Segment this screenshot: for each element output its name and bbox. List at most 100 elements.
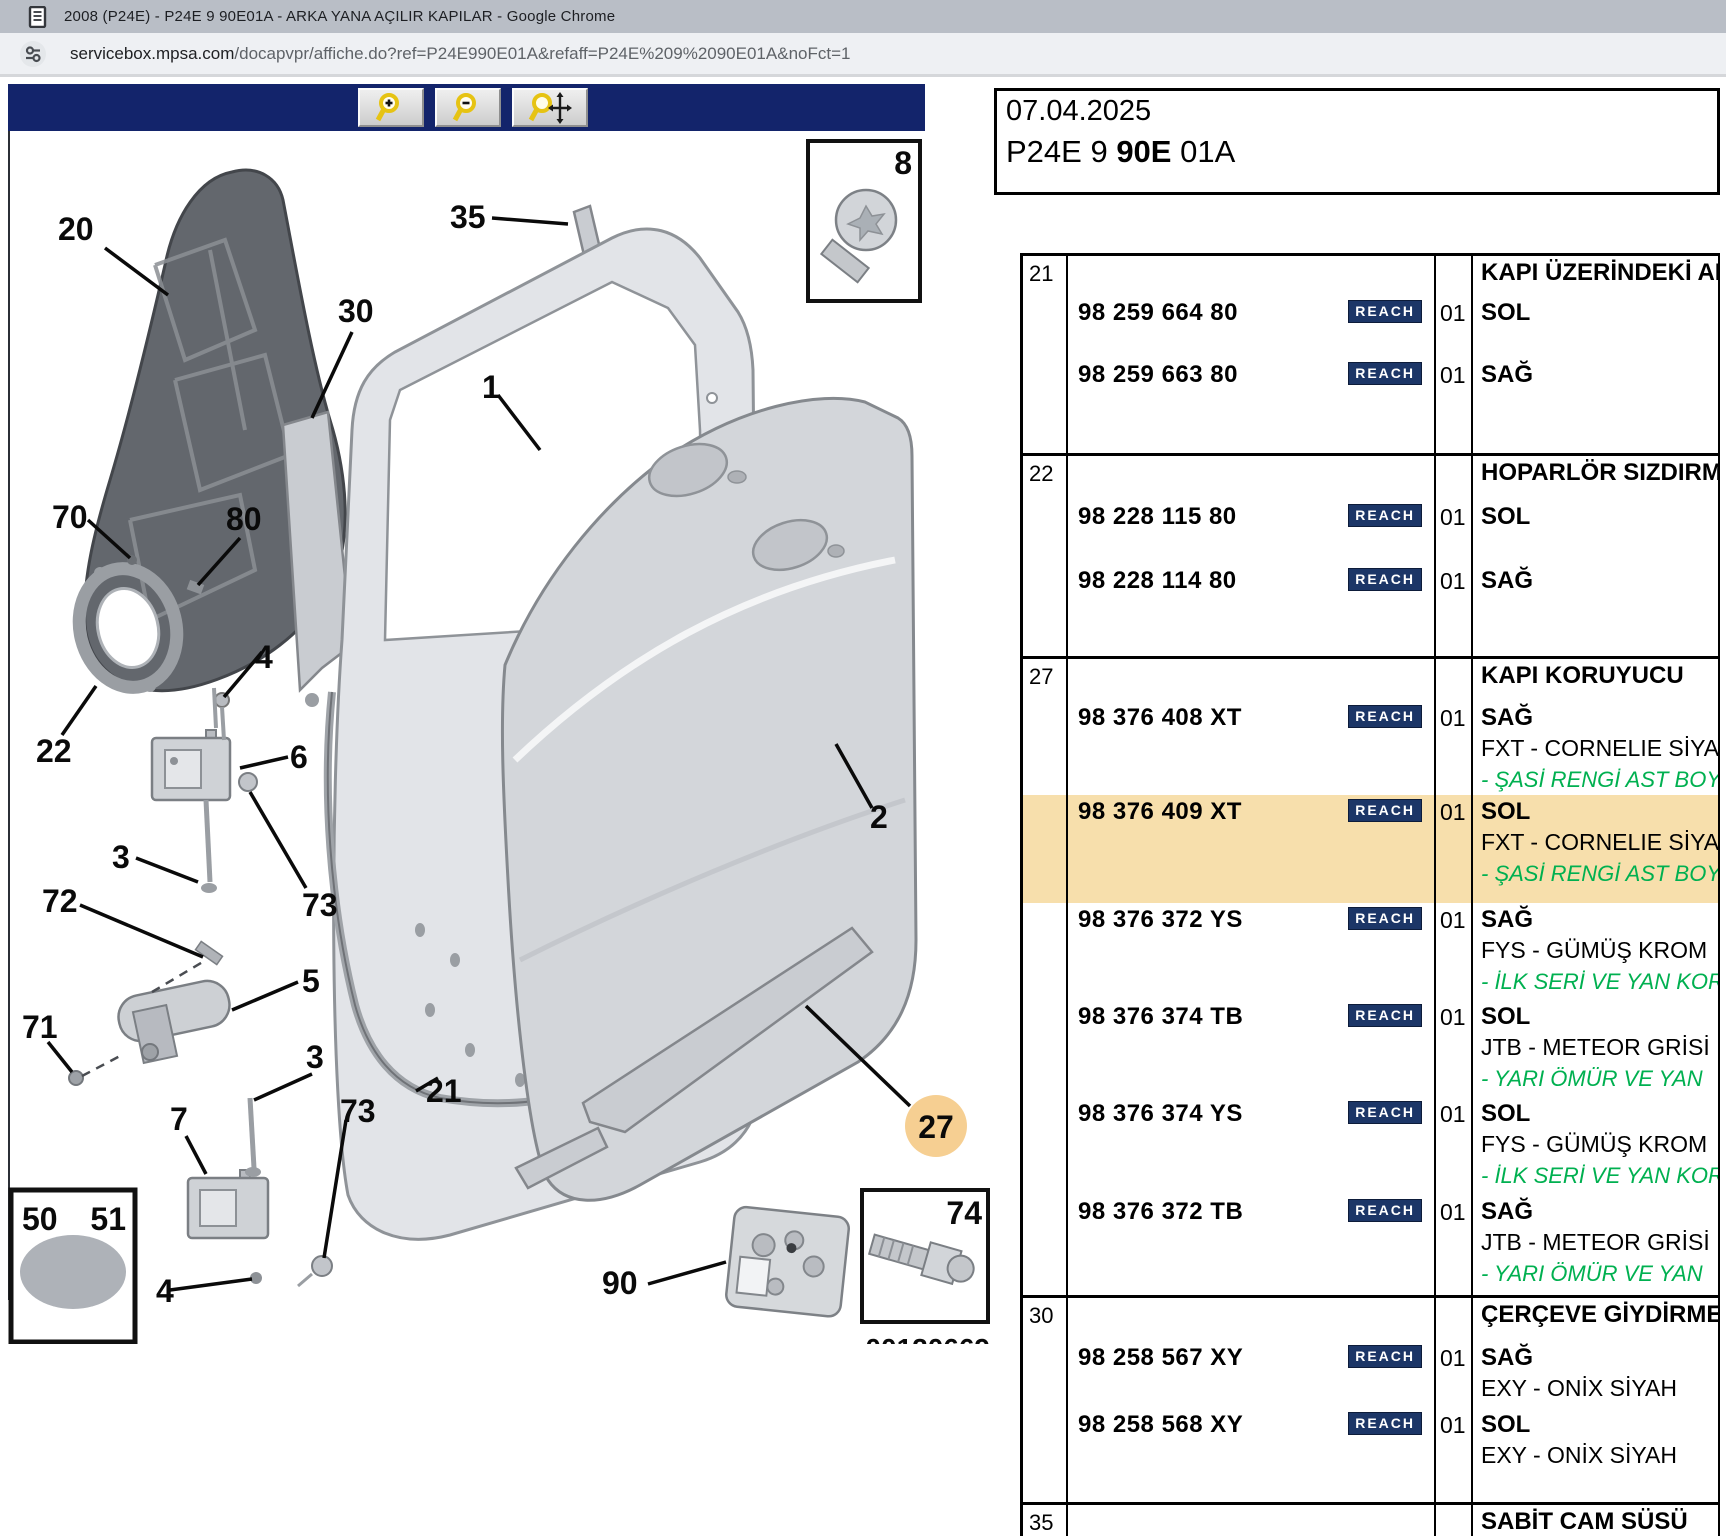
reach-badge[interactable]: REACH [1348, 1412, 1422, 1435]
part-color-attr: JTB - METEOR GRİSİ [1481, 1032, 1718, 1063]
part-number[interactable]: 98 228 115 80 [1078, 503, 1237, 530]
bolt-73-lower [312, 1256, 332, 1276]
row-ref: 22 [1023, 456, 1068, 500]
row-header-line: 27 KAPI KORUYUCU [1023, 659, 1718, 701]
part-number[interactable]: 98 376 372 YS [1078, 906, 1243, 933]
address-bar[interactable]: servicebox.mpsa.com/docapvpr/affiche.do?… [0, 33, 1726, 77]
screw-3-upper [206, 800, 210, 882]
part-number[interactable]: 98 259 664 80 [1078, 299, 1238, 326]
diagram-label-72: 72 [42, 883, 78, 919]
diagram-label-70: 70 [52, 499, 88, 535]
part-entry-row[interactable]: 98 259 664 80REACH01SOL [1023, 296, 1718, 358]
diagram-toolbar [8, 84, 925, 131]
reach-badge[interactable]: REACH [1348, 1101, 1422, 1124]
part-note-green: - ŞASİ RENGİ AST BOYA [1481, 858, 1718, 889]
part-color-attr: EXY - ONİX SİYAH [1481, 1373, 1718, 1404]
part-side-label: SAĞ [1481, 359, 1718, 390]
zoom-out-button[interactable] [435, 88, 501, 127]
table-row: 30ÇERÇEVE GİYDİRMESİ 98 258 567 XY REACH 01… [1023, 1295, 1718, 1502]
url-path: /docapvpr/affiche.do?ref=P24E990E01A&ref… [234, 44, 850, 63]
check-strap-part [114, 977, 233, 1063]
part-entry-row[interactable]: 98 258 567 XY REACH 01 SAĞEXY - ONİX SİYAH [1023, 1341, 1718, 1408]
reach-badge[interactable]: REACH [1348, 568, 1422, 591]
diagram-label-3-lower: 3 [306, 1039, 324, 1075]
part-color-attr: FYS - GÜMÜŞ KROM [1481, 935, 1718, 966]
part-number[interactable]: 98 376 409 XT [1078, 798, 1242, 825]
part-side-label: SAĞ [1481, 1196, 1718, 1227]
row-header-line: 30ÇERÇEVE GİYDİRMESİ [1023, 1298, 1718, 1341]
part-entry-row[interactable]: 98 259 663 80 REACH 01 SAĞ [1023, 358, 1718, 453]
row-title: HOPARLÖR SIZDIRMAZ [1481, 457, 1718, 488]
part-number[interactable]: 98 258 568 XY [1078, 1411, 1243, 1438]
part-quantity: 01 [1436, 500, 1473, 564]
url-text[interactable]: servicebox.mpsa.com/docapvpr/affiche.do?… [70, 44, 850, 64]
reach-badge[interactable]: REACH [1348, 1004, 1422, 1027]
zoom-in-icon [374, 92, 408, 124]
part-entry-row[interactable]: 98 376 374 TB REACH 01 SOLJTB - METEOR GRİS… [1023, 1000, 1718, 1097]
exploded-parts-diagram: 8 74 00120669 50 51 02/2024 [8, 131, 1015, 1344]
part-quantity: 01 [1436, 1341, 1473, 1408]
diagram-label-4-lower: 4 [156, 1273, 174, 1309]
row-ref: 27 [1023, 659, 1068, 701]
part-entry-row[interactable]: 98 376 409 XTREACH01SOLFXT - CORNELIE Sİ… [1023, 795, 1718, 903]
row-header-line: 35SABİT CAM SÜSÜ [1023, 1505, 1718, 1536]
zoom-out-icon [451, 92, 485, 124]
part-side-label: SOL [1481, 501, 1718, 532]
part-number[interactable]: 98 376 372 TB [1078, 1198, 1243, 1225]
part-entry-row[interactable]: 98 228 115 80 REACH 01 SOL [1023, 500, 1718, 564]
part-entry-row[interactable]: 98 376 408 XTREACH01SAĞFXT - CORNELIE Sİ… [1023, 701, 1718, 795]
diagram-label-7: 7 [170, 1101, 188, 1137]
reach-badge[interactable]: REACH [1348, 504, 1422, 527]
selected-callout-27[interactable]: 27 [905, 1095, 967, 1157]
reach-badge[interactable]: REACH [1348, 799, 1422, 822]
diagram-label-30: 30 [338, 293, 374, 329]
part-quantity: 01 [1436, 358, 1473, 453]
diagram-label-21: 21 [426, 1073, 462, 1109]
zoom-pan-icon [528, 92, 572, 124]
part-number[interactable]: 98 258 567 XY [1078, 1344, 1243, 1371]
pin-72 [195, 941, 222, 964]
diagram-label-35: 35 [450, 199, 486, 235]
page-favicon-document-icon [28, 6, 48, 28]
table-row: 22 HOPARLÖR SIZDIRMAZ 98 228 115 80 REACH 01… [1023, 453, 1718, 656]
row-ref: 21 [1023, 256, 1068, 296]
reach-badge[interactable]: REACH [1348, 1199, 1422, 1222]
site-settings-tune-icon[interactable] [20, 41, 46, 67]
part-entry-row[interactable]: 98 376 372 TBREACH01SAĞJTB - METEOR GRİS… [1023, 1195, 1718, 1295]
part-entry-row[interactable]: 98 376 374 YSREACH01SOLFYS - GÜMÜŞ KROM-… [1023, 1097, 1718, 1195]
part-entry-row[interactable]: 98 258 568 XYREACH01SOLEXY - ONİX SİYAH [1023, 1408, 1718, 1502]
part-number[interactable]: 98 259 663 80 [1078, 361, 1238, 388]
reach-badge[interactable]: REACH [1348, 362, 1422, 385]
part-side-label: SAĞ [1481, 1342, 1718, 1373]
reach-badge[interactable]: REACH [1348, 705, 1422, 728]
bolt-73-upper [239, 773, 257, 791]
diagram-label-20: 20 [58, 211, 94, 247]
part-side-label: SOL [1481, 1098, 1718, 1129]
diagram-label-51: 51 [90, 1201, 126, 1237]
diagram-label-73-lower: 73 [340, 1093, 376, 1129]
inset-box-74: 74 00120669 [862, 1190, 990, 1344]
diagram-label-74: 74 [946, 1195, 982, 1231]
reach-badge[interactable]: REACH [1348, 907, 1422, 930]
part-side-label: SOL [1481, 1001, 1718, 1032]
reach-badge[interactable]: REACH [1348, 300, 1422, 323]
part-quantity: 01 [1436, 1000, 1473, 1097]
diagram-label-90: 90 [602, 1265, 638, 1301]
diagram-label-3-upper: 3 [112, 839, 130, 875]
part-number[interactable]: 98 376 374 YS [1078, 1100, 1243, 1127]
lower-hinge-part [188, 1170, 268, 1238]
row-title: KAPI KORUYUCU [1481, 660, 1718, 691]
diagram-label-73-upper: 73 [302, 887, 338, 923]
part-entry-row[interactable]: 98 228 114 80REACH01SAĞ [1023, 564, 1718, 656]
diagram-label-80: 80 [226, 501, 262, 537]
part-number[interactable]: 98 228 114 80 [1078, 567, 1237, 594]
zoom-pan-button[interactable] [512, 88, 588, 127]
part-entry-row[interactable]: 98 376 372 YSREACH01SAĞFYS - GÜMÜŞ KROM-… [1023, 903, 1718, 1000]
part-color-attr: FYS - GÜMÜŞ KROM [1481, 1129, 1718, 1160]
part-note-green: - ŞASİ RENGİ AST BOYA [1481, 764, 1718, 795]
zoom-in-button[interactable] [358, 88, 424, 127]
part-number[interactable]: 98 376 408 XT [1078, 704, 1242, 731]
browser-window: 2008 (P24E) - P24E 9 90E01A - ARKA YANA … [0, 0, 1726, 1536]
reach-badge[interactable]: REACH [1348, 1345, 1422, 1368]
part-number[interactable]: 98 376 374 TB [1078, 1003, 1243, 1030]
